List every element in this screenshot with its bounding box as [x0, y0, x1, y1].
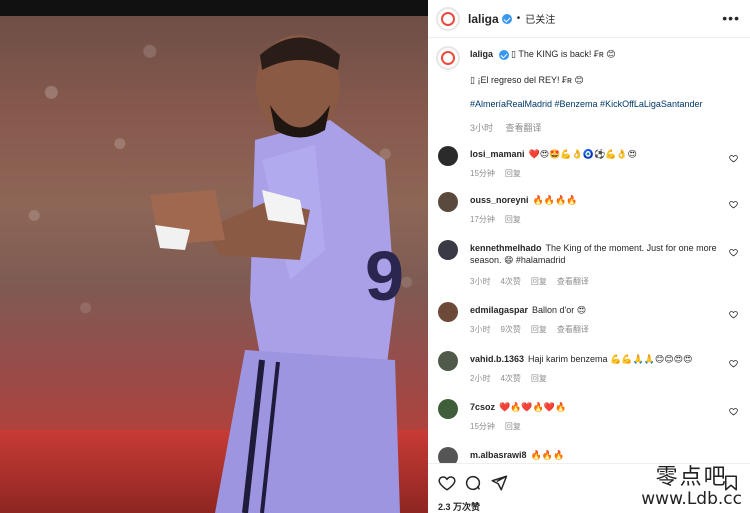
- commenter-avatar[interactable]: [438, 351, 458, 371]
- laliga-avatar[interactable]: [436, 6, 460, 31]
- comment-username[interactable]: m.albasrawi8: [470, 450, 527, 460]
- heart-icon[interactable]: [729, 359, 738, 368]
- caption-time: 3小时: [470, 123, 494, 133]
- commenter-avatar[interactable]: [438, 240, 458, 260]
- comment-item: losi_mamani ❤️😍🤩💪👌🧿⚽💪👌😍 15分钟 回复: [436, 146, 742, 192]
- comment-text: edmilagaspar Ballon d'or 😍: [470, 304, 730, 316]
- post-username[interactable]: laliga: [468, 12, 499, 26]
- comment-username[interactable]: edmilagaspar: [470, 305, 528, 315]
- heart-icon[interactable]: [729, 154, 738, 163]
- comment-meta: 15分钟 回复: [470, 168, 531, 179]
- like-heart-icon[interactable]: [438, 474, 456, 492]
- comment-text: losi_mamani ❤️😍🤩💪👌🧿⚽💪👌😍: [470, 148, 730, 160]
- comment-time: 3小时: [470, 325, 491, 334]
- comment-body: 🔥🔥🔥🔥: [532, 195, 578, 205]
- comment-text: vahid.b.1363 Haji karim benzema 💪💪🙏🙏😊😊😍😍: [470, 353, 730, 365]
- heart-icon[interactable]: [729, 248, 738, 257]
- comment-item: vahid.b.1363 Haji karim benzema 💪💪🙏🙏😊😊😍😍 …: [436, 351, 742, 397]
- follow-status-button[interactable]: 已关注: [525, 11, 555, 26]
- comment-meta: 17分钟 回复: [470, 214, 531, 225]
- commenter-avatar[interactable]: [438, 302, 458, 322]
- comment-time: 15分钟: [470, 169, 495, 178]
- post-sidebar: laliga • 已关注 ••• laliga ▯ The KING is ba…: [428, 0, 750, 513]
- commenter-avatar[interactable]: [438, 146, 458, 166]
- comment-item: edmilagaspar Ballon d'or 😍 3小时 9次赞 回复 查看翻译: [436, 302, 742, 348]
- caption-line-1: laliga ▯ The KING is back! ₣ʀ 😊: [470, 48, 616, 60]
- share-send-icon[interactable]: [490, 474, 508, 492]
- player-illustration: 9: [150, 35, 404, 513]
- comment-username[interactable]: vahid.b.1363: [470, 354, 524, 364]
- comment-text: kennethmelhado The King of the moment. Ju…: [470, 242, 730, 266]
- comment-text: 7csoz ❤️🔥❤️🔥❤️🔥: [470, 401, 730, 413]
- comment-time: 17分钟: [470, 215, 495, 224]
- watermark-url: www.Ldb.cc: [641, 489, 742, 509]
- laliga-logo-icon: [441, 51, 455, 65]
- like-count[interactable]: 2.3 万次赞: [438, 500, 480, 513]
- caption-meta: 3小时 查看翻译: [470, 122, 552, 134]
- comment-meta: 15分钟 回复: [470, 421, 531, 432]
- comment-time: 15分钟: [470, 422, 495, 431]
- comment-reply-link[interactable]: 回复: [505, 169, 521, 178]
- commenter-avatar[interactable]: [438, 447, 458, 463]
- heart-icon[interactable]: [729, 200, 738, 209]
- comment-body: 🔥🔥🔥: [530, 450, 565, 460]
- comment-username[interactable]: kennethmelhado: [470, 243, 542, 253]
- comment-translate-link[interactable]: 查看翻译: [557, 325, 589, 334]
- laliga-logo-icon: [441, 11, 455, 26]
- heart-icon[interactable]: [729, 407, 738, 416]
- post-header: laliga • 已关注 •••: [428, 0, 750, 38]
- comment-body: Ballon d'or 😍: [532, 305, 587, 315]
- comments-feed[interactable]: laliga ▯ The KING is back! ₣ʀ 😊 ▯ ¡El re…: [428, 40, 750, 463]
- comment-meta: 3小时 4次赞 回复 查看翻译: [470, 276, 599, 287]
- watermark-title: 零点吧: [655, 465, 728, 490]
- comment-reply-link[interactable]: 回复: [531, 374, 547, 383]
- comment-text: ouss_noreyni 🔥🔥🔥🔥: [470, 194, 730, 206]
- comment-body: ❤️🔥❤️🔥❤️🔥: [499, 402, 567, 412]
- caption-avatar[interactable]: [436, 46, 460, 70]
- site-watermark: 零点吧 www.Ldb.cc: [641, 459, 742, 509]
- comment-reply-link[interactable]: 回复: [531, 325, 547, 334]
- heart-icon[interactable]: [729, 310, 738, 319]
- comment-item: ouss_noreyni 🔥🔥🔥🔥 17分钟 回复: [436, 192, 742, 238]
- comment-item: 7csoz ❤️🔥❤️🔥❤️🔥 15分钟 回复: [436, 399, 742, 445]
- comment-translate-link[interactable]: 查看翻译: [557, 277, 589, 286]
- comment-meta: 2小时 4次赞 回复: [470, 373, 557, 384]
- comment-username[interactable]: ouss_noreyni: [470, 195, 529, 205]
- comment-body: ❤️😍🤩💪👌🧿⚽💪👌😍: [528, 149, 637, 159]
- jersey-number: 9: [365, 237, 404, 315]
- comment-meta: 3小时 9次赞 回复 查看翻译: [470, 324, 599, 335]
- post-photo[interactable]: 9: [0, 0, 428, 513]
- comment-username[interactable]: losi_mamani: [470, 149, 525, 159]
- comment-reply-link[interactable]: 回复: [505, 215, 521, 224]
- caption-line-2: ▯ ¡El regreso del REY! ₣ʀ 😊: [470, 75, 584, 85]
- comment-reply-link[interactable]: 回复: [505, 422, 521, 431]
- comment-like-count[interactable]: 4次赞: [500, 374, 520, 383]
- caption-username[interactable]: laliga: [470, 49, 493, 59]
- more-options-icon[interactable]: •••: [722, 10, 740, 26]
- caption-text-english: ▯ The KING is back! ₣ʀ 😊: [511, 49, 616, 59]
- commenter-avatar[interactable]: [438, 399, 458, 419]
- comment-like-count[interactable]: 4次赞: [500, 277, 520, 286]
- verified-badge-icon: [498, 49, 509, 60]
- verified-badge-icon: [501, 13, 512, 24]
- comment-username[interactable]: 7csoz: [470, 402, 495, 412]
- caption-hashtags[interactable]: #AlmeríaRealMadrid #Benzema #KickOffLaLi…: [470, 98, 702, 110]
- comment-bubble-icon[interactable]: [464, 474, 482, 492]
- commenter-avatar[interactable]: [438, 192, 458, 212]
- comment-time: 2小时: [470, 374, 491, 383]
- comment-body: Haji karim benzema 💪💪🙏🙏😊😊😍😍: [528, 354, 693, 364]
- comment-reply-link[interactable]: 回复: [531, 277, 547, 286]
- caption-translate-link[interactable]: 查看翻译: [506, 123, 542, 133]
- comment-time: 3小时: [470, 277, 491, 286]
- header-separator: •: [516, 13, 521, 24]
- comment-item: kennethmelhado The King of the moment. Ju…: [436, 240, 742, 296]
- comment-like-count[interactable]: 9次赞: [500, 325, 520, 334]
